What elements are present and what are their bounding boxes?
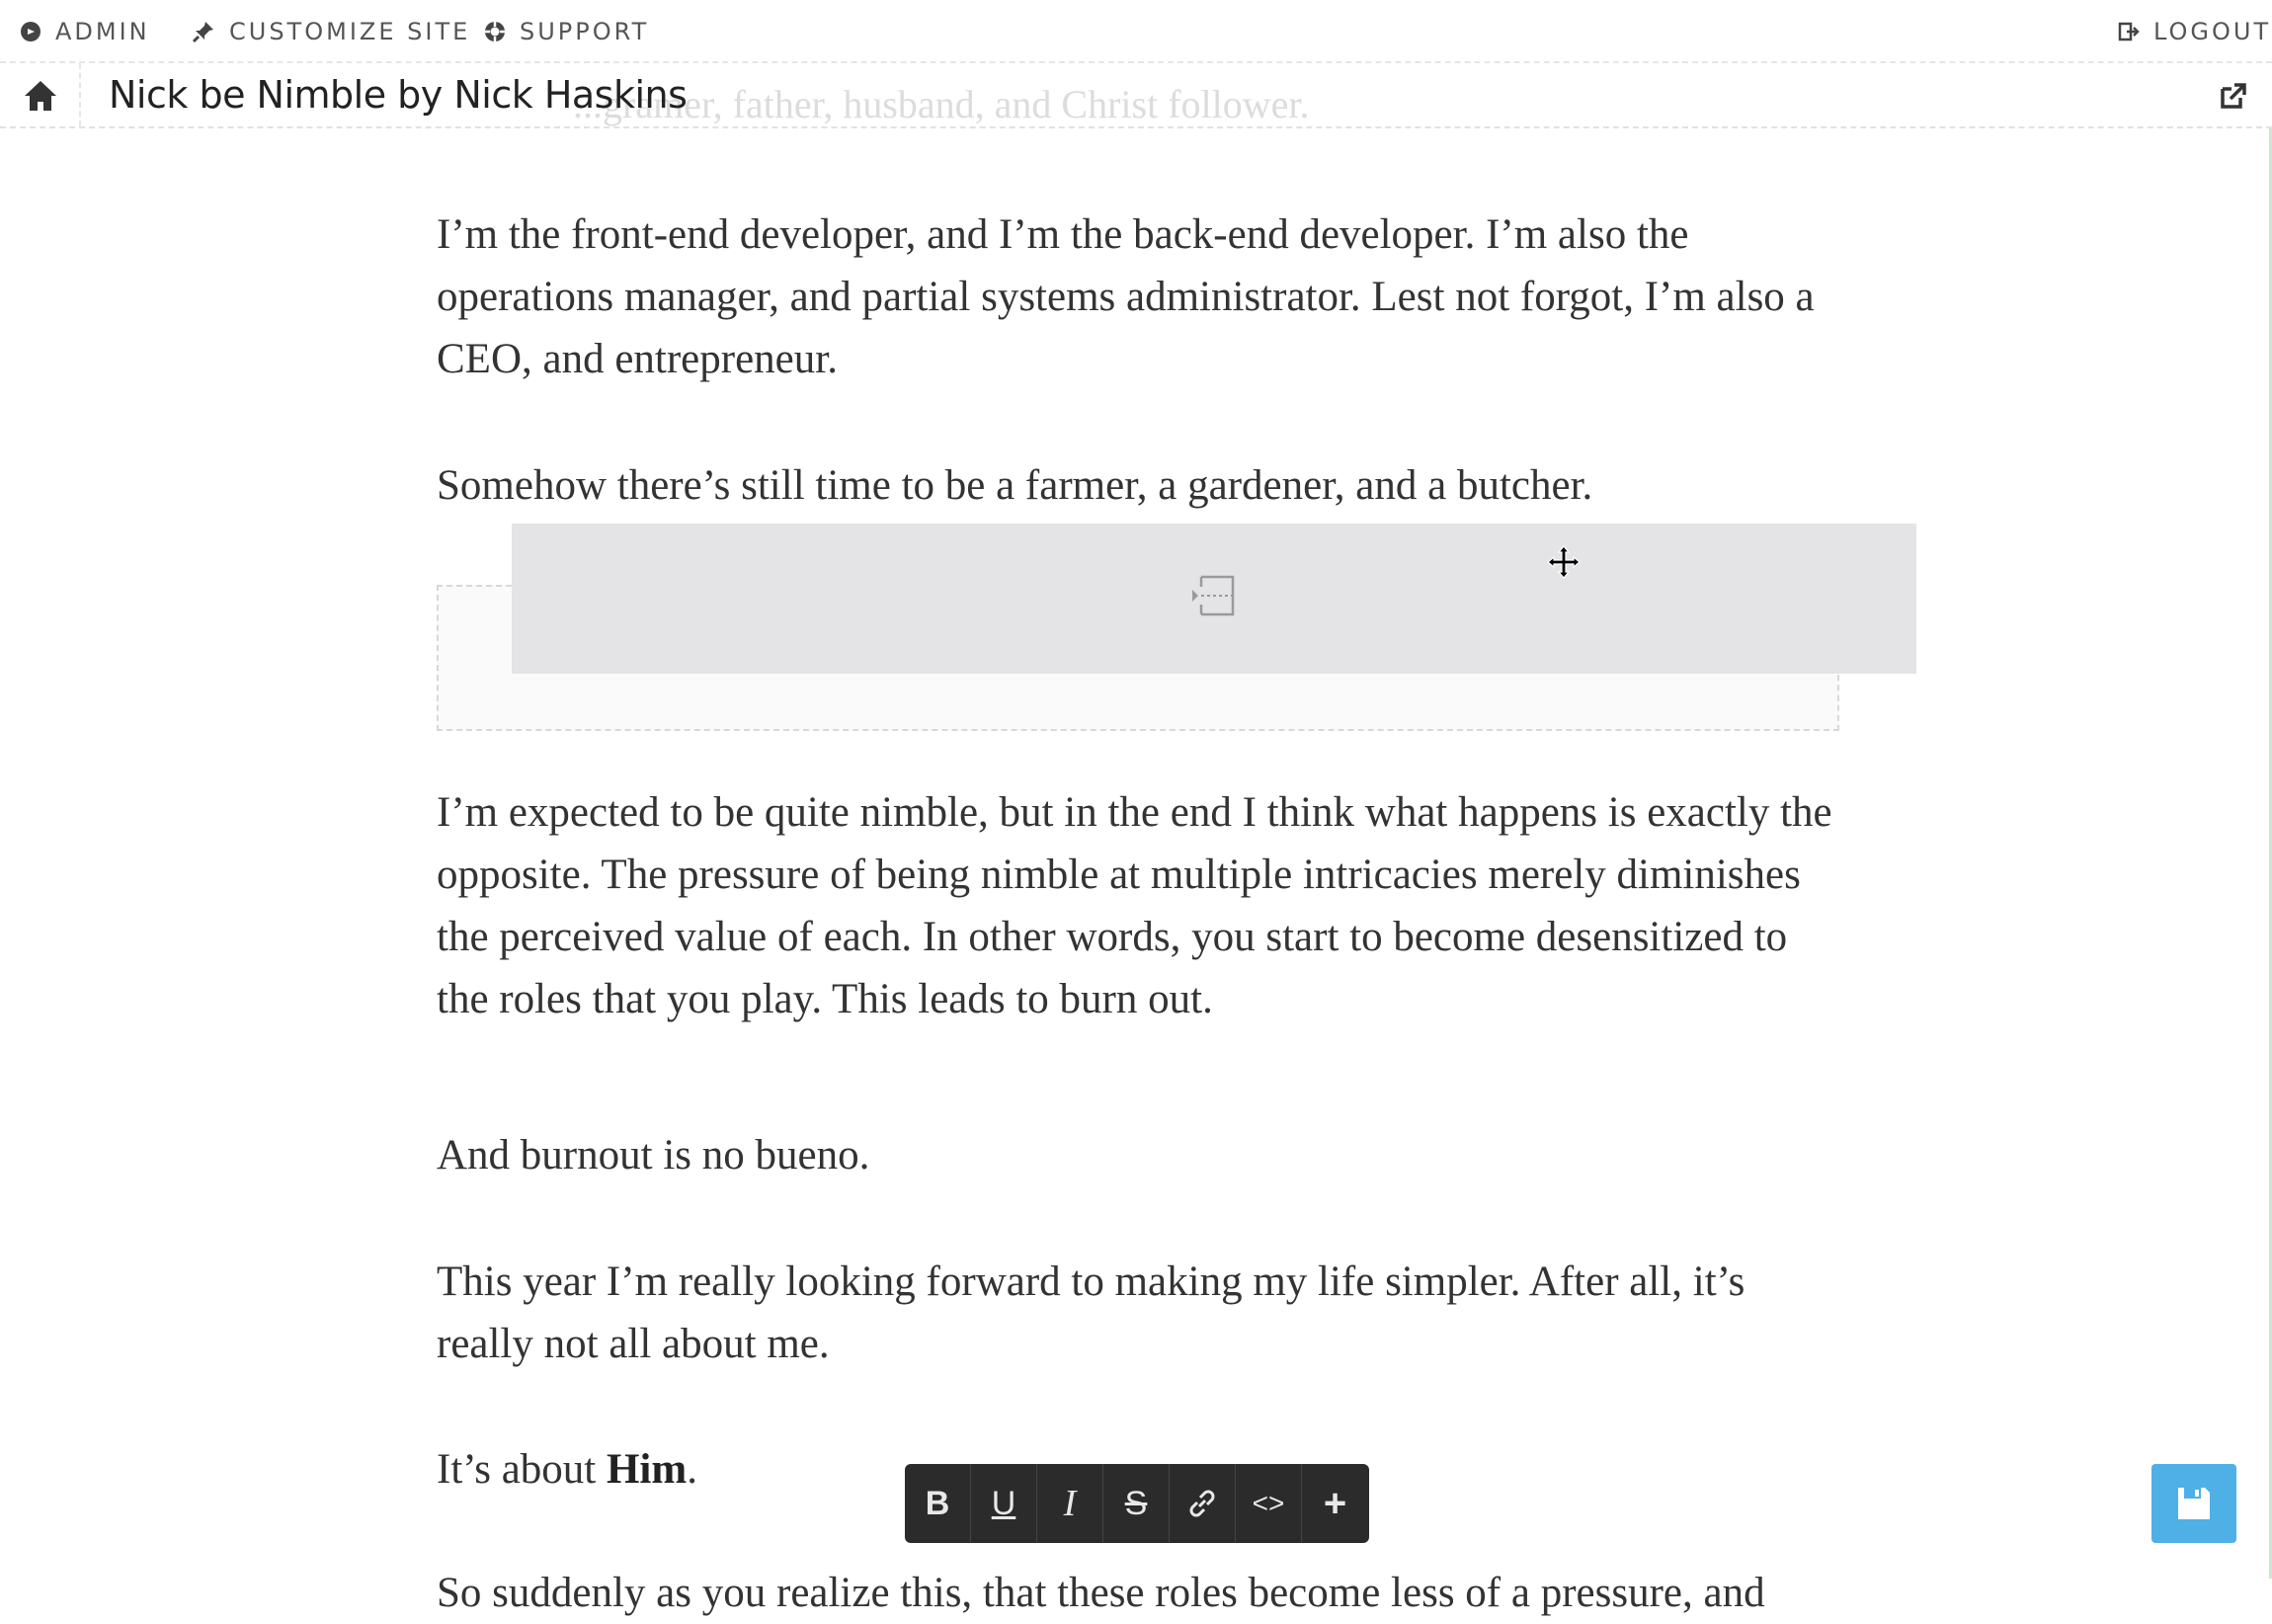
bold-label: B (925, 1484, 950, 1522)
move-cursor-icon (1547, 545, 1581, 579)
logout-label: LOGOUT (2153, 18, 2272, 45)
placeholder-icon (1192, 575, 1235, 616)
site-title-bar: ...gramer, father, husband, and Christ f… (0, 63, 2272, 128)
code-label: <> (1252, 1488, 1285, 1518)
format-toolbar: B U I S <> + (905, 1464, 1369, 1543)
support-label: SUPPORT (520, 18, 650, 45)
save-button[interactable] (2151, 1464, 2236, 1543)
link-icon (1189, 1490, 1215, 1517)
pin-icon (192, 22, 213, 43)
paragraph[interactable]: So suddenly as you realize this, that th… (437, 1562, 1839, 1624)
bold-text: Him (606, 1446, 688, 1493)
add-label: + (1323, 1481, 1347, 1525)
paragraph[interactable]: And burnout is no bueno. (437, 1124, 1839, 1186)
add-button[interactable]: + (1302, 1464, 1368, 1543)
save-icon (2178, 1488, 2210, 1519)
code-button[interactable]: <> (1236, 1464, 1302, 1543)
customize-site-link[interactable]: CUSTOMIZE SITE (192, 0, 470, 63)
customize-site-label: CUSTOMIZE SITE (229, 18, 471, 45)
paragraph[interactable]: Somehow there’s still time to be a farme… (437, 454, 1839, 517)
underline-label: U (991, 1484, 1016, 1522)
strike-label: S (1124, 1484, 1148, 1522)
italic-label: I (1063, 1483, 1077, 1524)
home-icon[interactable] (22, 77, 59, 115)
support-link[interactable]: SUPPORT (484, 0, 649, 63)
support-icon (485, 22, 505, 41)
text-fragment: . (687, 1446, 697, 1493)
external-link-icon[interactable] (2217, 81, 2248, 113)
bold-button[interactable]: B (905, 1464, 971, 1543)
site-title[interactable]: Nick be Nimble by Nick Haskins (109, 63, 688, 126)
admin-label: ADMIN (55, 18, 150, 45)
italic-button[interactable]: I (1037, 1464, 1103, 1543)
paragraph[interactable]: I’m the front-end developer, and I’m the… (437, 203, 1839, 390)
text-fragment: It’s about (437, 1446, 607, 1493)
strikethrough-button[interactable]: S (1103, 1464, 1170, 1543)
underline-button[interactable]: U (971, 1464, 1037, 1543)
dragged-placeholder[interactable] (512, 524, 1916, 674)
logout-icon (2118, 22, 2140, 41)
link-button[interactable] (1170, 1464, 1236, 1543)
divider (79, 63, 81, 126)
admin-link[interactable]: ADMIN (20, 0, 150, 63)
paragraph[interactable]: This year I’m really looking forward to … (437, 1251, 1839, 1375)
paragraph[interactable]: I’m expected to be quite nimble, but in … (437, 781, 1839, 1030)
logout-link[interactable]: LOGOUT (2118, 0, 2271, 63)
admin-bar: ADMIN CUSTOMIZE SITE SUPPORT LOGOUT (0, 0, 2272, 63)
admin-icon (21, 22, 41, 41)
